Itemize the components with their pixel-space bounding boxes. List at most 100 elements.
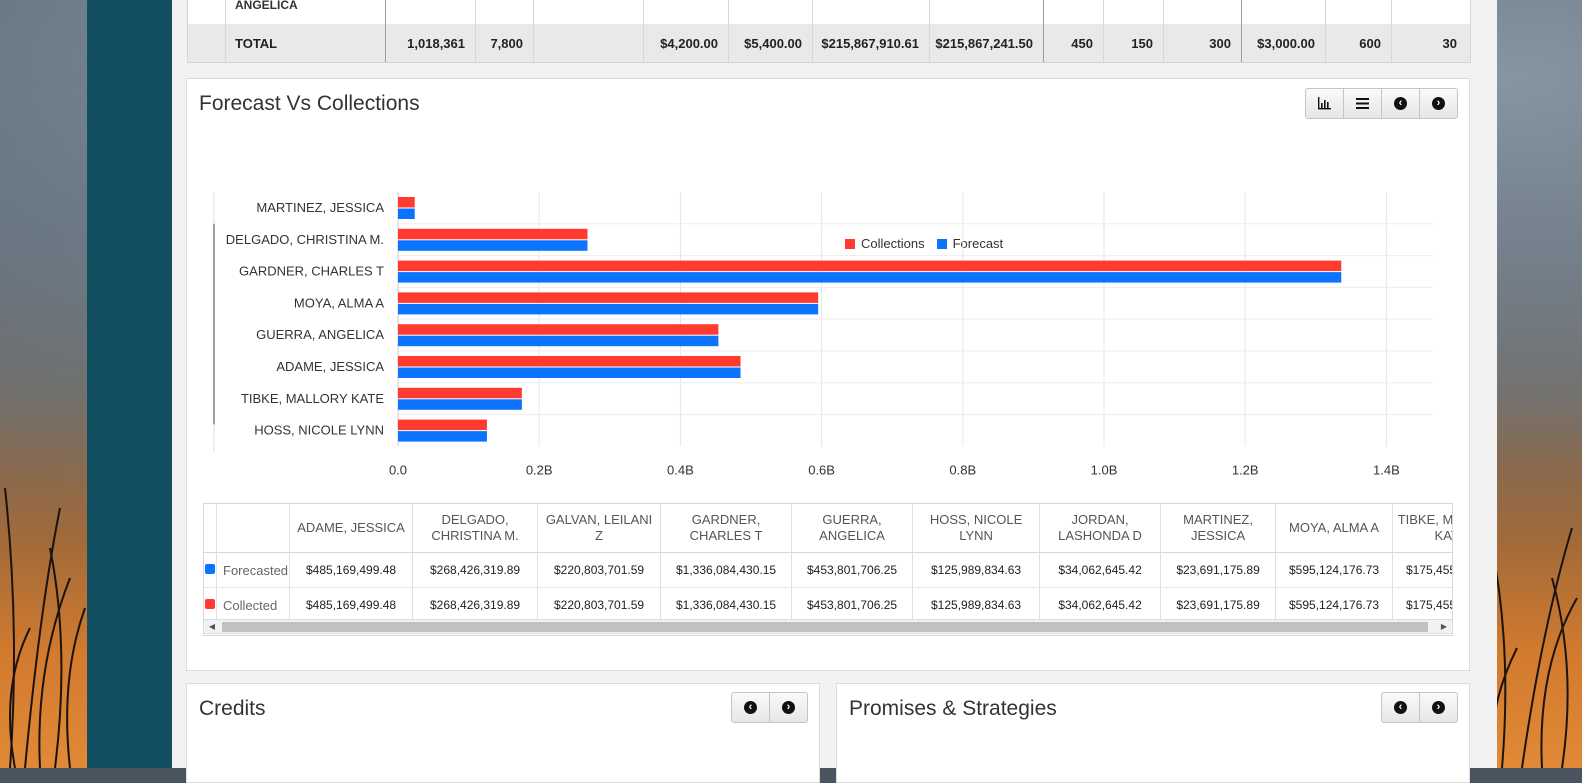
row-name: ANGELICA — [235, 0, 298, 12]
collections-bar — [398, 260, 1342, 272]
left-sidebar — [87, 0, 172, 768]
previous-button[interactable]: ‹ — [1381, 692, 1420, 723]
total-cell: 600 — [1359, 35, 1381, 51]
previous-button[interactable]: ‹ — [731, 692, 770, 723]
panel-title: Credits — [199, 697, 266, 720]
value-cell: $125,989,834.63 — [912, 587, 1041, 623]
category-label: GUERRA, ANGELICA — [256, 327, 384, 342]
forecast-bar — [398, 303, 819, 315]
category-label: MOYA, ALMA A — [294, 295, 384, 310]
column-header: DELGADO, CHRISTINA M. — [412, 504, 539, 553]
collections-bar — [398, 324, 719, 335]
value-cell: $23,691,175.89 — [1160, 587, 1277, 623]
value-cell: $485,169,499.48 — [289, 587, 414, 623]
collections-bar — [398, 292, 819, 303]
credits-panel: Credits ‹ › — [186, 683, 820, 783]
forecast-bar — [398, 335, 719, 347]
column-header: MOYA, ALMA A — [1275, 504, 1394, 553]
column-header: ADAME, JESSICA — [289, 504, 414, 553]
value-cell: $1,336,084,430.15 — [660, 552, 793, 588]
promises-strategies-panel: Promises & Strategies ‹ › — [836, 683, 1470, 783]
table-row: ANGELICA — [188, 0, 1470, 25]
x-tick-label: 1.0B — [1091, 462, 1118, 477]
value-cell: $175,455,226.96 — [1392, 552, 1452, 588]
total-cell — [533, 24, 643, 62]
forecast-bar — [398, 399, 522, 410]
promises-toolbar: ‹ › — [1381, 692, 1458, 723]
value-cell: $453,801,706.25 — [791, 552, 914, 588]
total-cell: 150 — [1131, 35, 1153, 51]
value-cell: $595,124,176.73 — [1275, 587, 1394, 623]
collections-bar — [398, 387, 522, 399]
category-label: GARDNER, CHARLES T — [239, 264, 384, 279]
value-cell: $1,336,084,430.15 — [660, 587, 793, 623]
arrow-left-circle-icon: ‹ — [1394, 701, 1407, 714]
column-header: MARTINEZ, JESSICA — [1160, 504, 1277, 553]
value-cell: $220,803,701.59 — [537, 587, 662, 623]
category-label: TIBKE, MALLORY KATE — [241, 391, 384, 406]
column-header: TIBKE, MALLORY KATE — [1392, 504, 1452, 553]
header-cell — [216, 504, 291, 553]
x-tick-label: 0.4B — [667, 462, 694, 477]
total-cell: 1,018,361 — [407, 35, 465, 51]
forecast-bar — [398, 272, 1342, 283]
collections-bar — [398, 356, 741, 367]
grass-decoration-right — [1490, 527, 1578, 768]
value-cell: $220,803,701.59 — [537, 552, 662, 588]
forecast-bar — [398, 208, 415, 219]
forecast-vs-collections-panel: Forecast Vs Collections ‹ › Collections … — [186, 78, 1470, 671]
value-cell: $175,455,226.96 — [1392, 587, 1452, 623]
panel-title: Promises & Strategies — [849, 697, 1057, 720]
scroll-left-icon[interactable]: ◀ — [205, 620, 219, 633]
total-cell: 300 — [1209, 35, 1231, 51]
row-label: Forecasted — [216, 552, 291, 588]
value-cell: $125,989,834.63 — [912, 552, 1041, 588]
series-swatch — [205, 599, 215, 609]
main-content: ANGELICA TOTAL 1,018,361 7,800 $4,200.00… — [172, 0, 1497, 783]
horizontal-scrollbar[interactable]: ◀ ▶ — [203, 619, 1453, 634]
x-tick-label: 0.0 — [389, 462, 407, 477]
arrow-left-circle-icon: ‹ — [744, 701, 757, 714]
x-tick-label: 1.2B — [1232, 462, 1259, 477]
scrollbar-thumb[interactable] — [222, 622, 1428, 632]
next-button[interactable]: › — [1419, 692, 1458, 723]
chart-data-table: ADAME, JESSICA DELGADO, CHRISTINA M. GALVA… — [203, 503, 1453, 636]
column-header: GALVAN, LEILANI Z — [537, 504, 662, 553]
total-row: TOTAL 1,018,361 7,800 $4,200.00 $5,400.0… — [188, 24, 1470, 62]
scroll-right-icon[interactable]: ▶ — [1437, 620, 1451, 633]
header-cell — [204, 504, 217, 553]
credits-toolbar: ‹ › — [731, 692, 808, 723]
category-label: DELGADO, CHRISTINA M. — [226, 232, 384, 247]
forecast-bar — [398, 367, 741, 378]
table-row: Collected $485,169,499.48 $268,426,319.89 $… — [204, 587, 1452, 623]
forecast-bar — [398, 431, 487, 442]
total-label: TOTAL — [235, 35, 278, 51]
next-button[interactable]: › — [769, 692, 808, 723]
table-header-row: ADAME, JESSICA DELGADO, CHRISTINA M. GALVA… — [204, 504, 1452, 553]
total-cell: $215,867,241.50 — [935, 35, 1033, 51]
legend-swatch-cell — [204, 587, 217, 623]
collections-bar — [398, 197, 415, 208]
category-label: MARTINEZ, JESSICA — [256, 200, 384, 215]
column-header: GUERRA, ANGELICA — [791, 504, 914, 553]
collections-bar — [398, 419, 487, 431]
total-cell: $5,400.00 — [744, 35, 802, 51]
column-header: HOSS, NICOLE LYNN — [912, 504, 1041, 553]
category-label: HOSS, NICOLE LYNN — [254, 423, 384, 438]
x-tick-label: 0.2B — [526, 462, 553, 477]
collections-bar — [398, 228, 588, 240]
total-cell: $215,867,910.61 — [821, 35, 919, 51]
grass-decoration-left — [4, 487, 86, 768]
value-cell: $268,426,319.89 — [412, 587, 539, 623]
x-tick-label: 0.6B — [808, 462, 835, 477]
summary-table: ANGELICA TOTAL 1,018,361 7,800 $4,200.00… — [187, 0, 1471, 63]
category-label: ADAME, JESSICA — [276, 359, 384, 374]
total-cell: $4,200.00 — [660, 35, 718, 51]
row-label: Collected — [216, 587, 291, 623]
value-cell: $595,124,176.73 — [1275, 552, 1394, 588]
column-header: GARDNER, CHARLES T — [660, 504, 793, 553]
column-header: JORDAN, LASHONDA D — [1039, 504, 1162, 553]
value-cell: $34,062,645.42 — [1039, 552, 1162, 588]
value-cell: $268,426,319.89 — [412, 552, 539, 588]
x-tick-label: 0.8B — [949, 462, 976, 477]
